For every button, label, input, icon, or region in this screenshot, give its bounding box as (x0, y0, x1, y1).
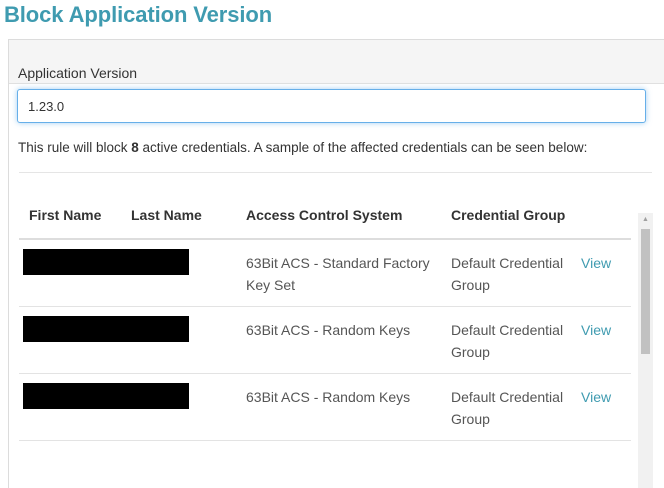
rule-summary-prefix: This rule will block (18, 140, 132, 155)
table-row: 63Bit ACS - Random Keys Default Credenti… (19, 306, 631, 374)
table-scrollbar[interactable]: ▲ (638, 213, 653, 488)
action-cell: View (581, 373, 631, 441)
redacted-name-cell (19, 373, 246, 441)
redacted-name-cell (19, 239, 246, 307)
redaction-block (23, 383, 189, 409)
header-first-name: First Name (19, 173, 131, 240)
redaction-block (23, 316, 189, 342)
view-link[interactable]: View (581, 389, 611, 405)
action-cell: View (581, 239, 631, 307)
page-title: Block Application Version (4, 2, 273, 27)
header-access-control-system: Access Control System (246, 173, 451, 240)
table-header-row: First Name Last Name Access Control Syst… (19, 173, 631, 240)
credential-group-cell: Default Credential Group (451, 306, 581, 374)
application-version-label: Application Version (18, 65, 138, 81)
application-version-input[interactable] (17, 89, 646, 123)
header-action (581, 173, 631, 240)
rule-summary-text: This rule will block 8 active credential… (18, 140, 587, 155)
acs-cell: 63Bit ACS - Standard Factory Key Set (246, 239, 451, 307)
action-cell: View (581, 306, 631, 374)
affected-count: 8 (131, 140, 139, 155)
scrollbar-thumb[interactable] (641, 229, 650, 354)
header-last-name: Last Name (131, 173, 246, 240)
rule-summary-suffix: active credentials. A sample of the affe… (138, 140, 588, 155)
acs-cell: 63Bit ACS - Random Keys (246, 373, 451, 441)
credential-group-cell: Default Credential Group (451, 373, 581, 441)
view-link[interactable]: View (581, 322, 611, 338)
affected-credentials-table-container[interactable]: First Name Last Name Access Control Syst… (19, 172, 652, 488)
affected-credentials-table: First Name Last Name Access Control Syst… (19, 173, 631, 441)
credential-group-cell: Default Credential Group (451, 239, 581, 307)
header-credential-group: Credential Group (451, 173, 581, 240)
triangle-up-icon[interactable]: ▲ (638, 213, 653, 227)
redacted-name-cell (19, 306, 246, 374)
redaction-block (23, 249, 189, 275)
acs-cell: 63Bit ACS - Random Keys (246, 306, 451, 374)
table-row: 63Bit ACS - Standard Factory Key Set Def… (19, 239, 631, 307)
view-link[interactable]: View (581, 255, 611, 271)
table-row: 63Bit ACS - Random Keys Default Credenti… (19, 373, 631, 441)
